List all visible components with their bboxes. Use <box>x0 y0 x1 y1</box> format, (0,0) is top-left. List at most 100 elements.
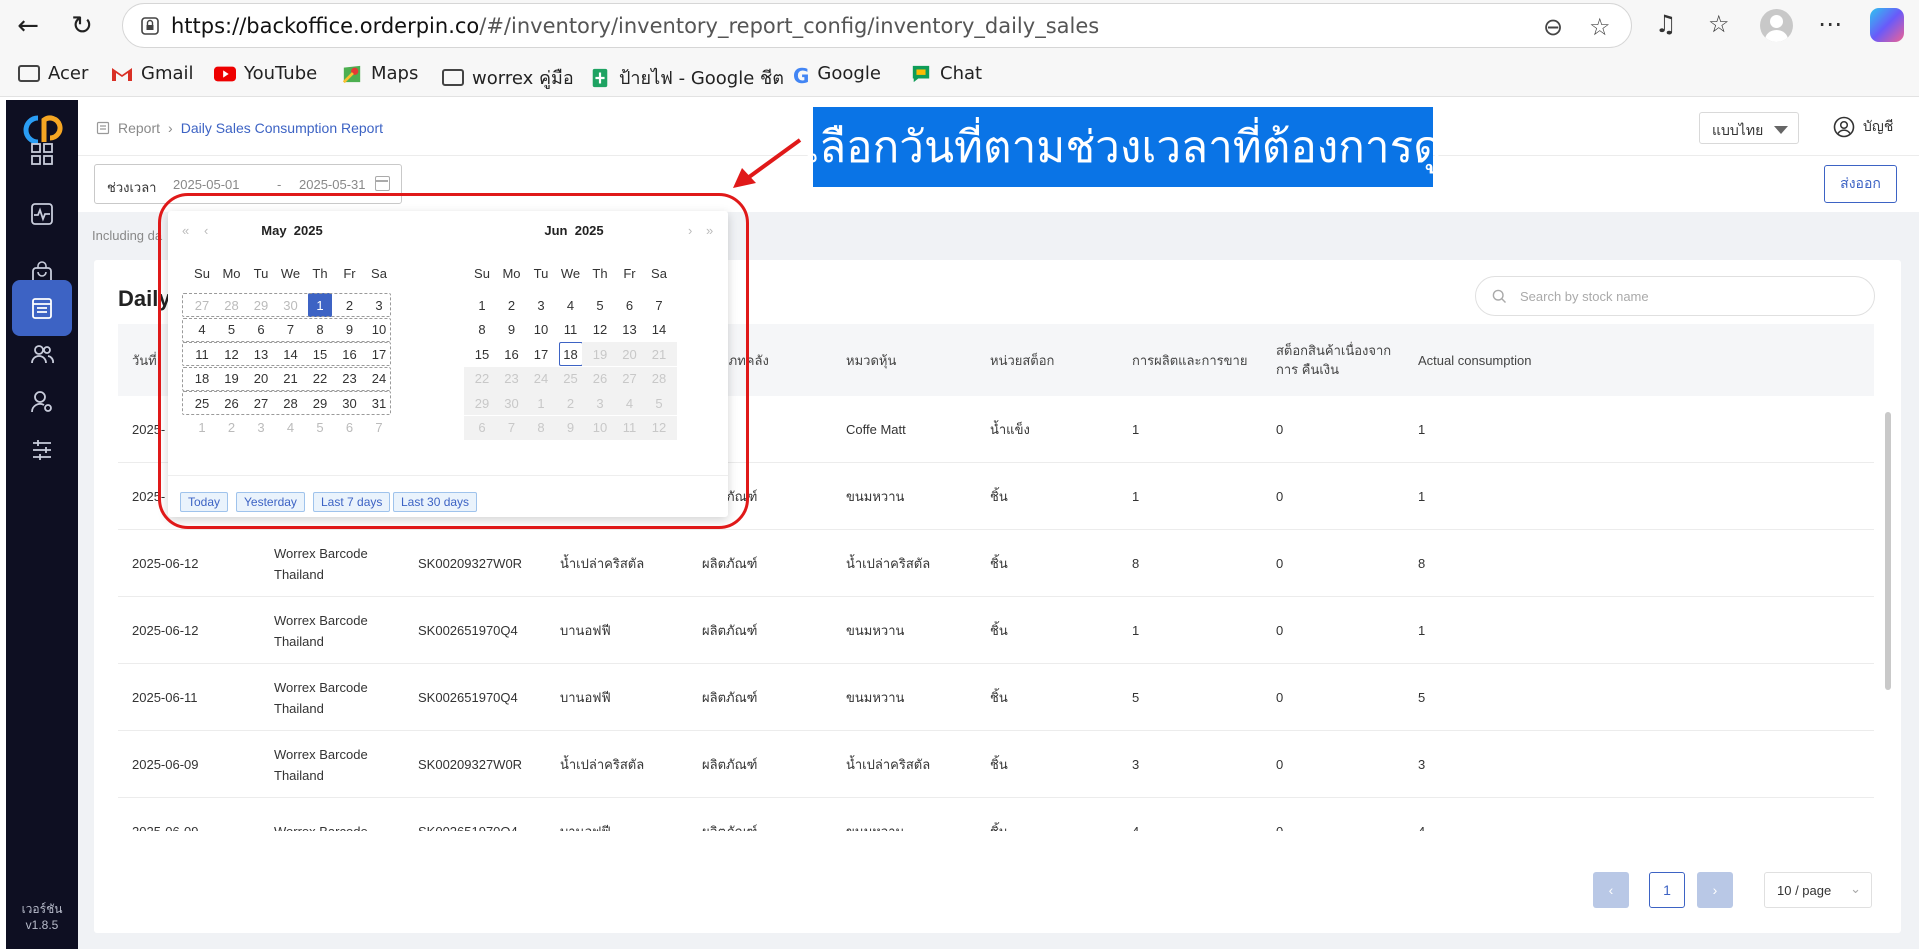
sidebar-item-settings[interactable] <box>12 422 72 478</box>
bookmark-gmail[interactable]: Gmail <box>111 63 194 84</box>
bookmark-chat[interactable]: Chat <box>910 63 982 84</box>
table-cell: 0 <box>1276 489 1284 504</box>
range-separator: - <box>277 177 282 192</box>
address-bar[interactable]: https://backoffice.orderpin.co/#/invento… <box>122 3 1632 48</box>
grid-icon <box>31 143 53 165</box>
bookmark-maps[interactable]: Maps <box>341 63 418 84</box>
bookmark-acer[interactable]: Acer <box>18 63 88 84</box>
col-actual-consumption: Actual consumption <box>1418 352 1532 368</box>
pagination-page-1[interactable]: 1 <box>1649 872 1685 908</box>
maps-icon <box>342 65 361 83</box>
activity-icon <box>31 203 53 225</box>
folder-icon <box>442 69 464 86</box>
table-cell: 3 <box>1418 757 1426 772</box>
favorite-star-icon[interactable]: ☆ <box>1589 13 1611 41</box>
table-scrollbar[interactable] <box>1885 412 1891 690</box>
users-icon <box>31 345 54 364</box>
table-cell: 4 <box>1132 798 1262 831</box>
table-cell: น้ำเปล่าคริสตัล <box>846 757 931 772</box>
table-cell: ชิ้น <box>990 556 1008 571</box>
table-cell: 2025-06-09 <box>132 757 199 772</box>
reload-icon[interactable]: ↻ <box>66 10 98 42</box>
user-settings-icon <box>31 391 52 413</box>
annotation-banner: เลือกวันที่ตามช่วงเวลาที่ต้องการดู <box>804 107 1442 187</box>
sidebar-item-dashboard[interactable] <box>12 126 72 182</box>
pagination: ‹ 1 › 10 / page ⌄ <box>94 872 1901 908</box>
favorites-icon[interactable]: ☆ <box>1708 10 1730 38</box>
back-arrow-icon[interactable]: ← <box>12 10 44 42</box>
bookmark-google-sheets[interactable]: ป้ายไฟ - Google ชีต <box>589 63 784 92</box>
table-cell: SK002651970Q4 <box>418 623 518 638</box>
table-cell: ชิ้น <box>990 623 1008 638</box>
table-cell: ขนมหวาน <box>846 690 905 705</box>
account-menu[interactable]: บัญชี <box>1833 116 1893 138</box>
breadcrumb-report[interactable]: Report <box>118 120 160 136</box>
sidebar: เวอร์ชัน v1.8.5 <box>6 100 78 949</box>
inventory-icon <box>32 298 52 319</box>
table-cell: บานอฟฟี <box>560 690 611 705</box>
bookmarks-bar: Acer Gmail YouTube Maps worrex คู่มือ ป้… <box>0 52 1919 97</box>
table-cell: Worrex Barcode <box>274 798 404 831</box>
search-input[interactable]: Search by stock name <box>1475 276 1875 316</box>
table-cell: ขนมหวาน <box>846 489 905 504</box>
table-cell: 0 <box>1276 623 1284 638</box>
chevron-right-icon: › <box>168 120 173 136</box>
table-cell: SK002651970Q4 <box>418 690 518 705</box>
table-cell: ผลิตภัณฑ์ <box>702 556 758 571</box>
table-cell: Worrex Barcode Thailand <box>274 679 368 716</box>
url-text: https://backoffice.orderpin.co/#/invento… <box>171 14 1100 38</box>
sidebar-item-activity[interactable] <box>12 186 72 242</box>
table-row: 2025-06-12 Worrex Barcode Thailand SK00265… <box>118 597 1874 664</box>
language-select[interactable]: แบบไทย <box>1699 112 1799 144</box>
table-cell: ขนมหวาน <box>846 798 976 831</box>
table-cell: ชิ้น <box>990 690 1008 705</box>
table-cell: น้ำเปล่าคริสตัล <box>560 556 645 571</box>
gmail-icon <box>112 67 132 81</box>
table-cell: 8 <box>1132 556 1140 571</box>
google-icon: G <box>793 63 810 88</box>
table-cell: SK00209327W0R <box>418 757 523 772</box>
range-start[interactable]: 2025-05-01 <box>173 177 240 192</box>
copilot-icon[interactable] <box>1870 8 1904 42</box>
col-production-sales: การผลิตและการขาย <box>1132 352 1248 368</box>
youtube-icon <box>214 66 236 81</box>
table-cell: 1 <box>1418 489 1426 504</box>
table-cell: 2025-06-11 <box>132 690 198 705</box>
table-cell: ชิ้น <box>990 489 1008 504</box>
table-cell: ผลิตภัณฑ์ <box>702 690 758 705</box>
table-cell: 0 <box>1276 556 1284 571</box>
version-number: v1.8.5 <box>25 918 59 932</box>
breadcrumb: Report › Daily Sales Consumption Report <box>96 120 383 136</box>
table-cell: 1 <box>1418 623 1426 638</box>
sliders-icon <box>33 440 51 460</box>
table-cell: Coffe Matt <box>846 422 906 437</box>
more-menu-icon[interactable]: ⋯ <box>1818 10 1842 38</box>
page-size-select[interactable]: 10 / page ⌄ <box>1764 872 1872 908</box>
media-control-icon[interactable]: ♫ <box>1655 10 1677 38</box>
export-button[interactable]: ส่งออก <box>1824 165 1897 203</box>
table-cell: 0 <box>1276 757 1284 772</box>
table-cell: น้ำเปล่าคริสตัล <box>846 556 931 571</box>
table-cell: 0 <box>1276 798 1404 831</box>
range-end[interactable]: 2025-05-31 <box>299 177 366 192</box>
table-cell: SK002651970Q4 <box>418 798 548 831</box>
table-cell: Worrex Barcode Thailand <box>274 612 368 649</box>
table-cell: 1 <box>1132 623 1140 638</box>
table-cell: 5 <box>1418 690 1426 705</box>
zoom-out-icon[interactable]: ⊖ <box>1543 13 1563 41</box>
pagination-next-button[interactable]: › <box>1697 872 1733 908</box>
pagination-prev-button[interactable]: ‹ <box>1593 872 1629 908</box>
table-cell: 2025-06-09 <box>132 798 262 831</box>
table-cell: 8 <box>1418 556 1426 571</box>
table-cell: 5 <box>1132 690 1140 705</box>
table-cell: ผลิตภัณฑ์ <box>702 798 832 831</box>
bookmark-worrex[interactable]: worrex คู่มือ <box>442 63 574 92</box>
version-label: เวอร์ชัน <box>21 902 63 916</box>
table-row: 2025-06-12 Worrex Barcode Thailand SK00209… <box>118 530 1874 597</box>
bookmark-youtube[interactable]: YouTube <box>214 63 317 84</box>
bookmark-google[interactable]: G Google <box>793 63 881 88</box>
table-cell: 0 <box>1276 690 1284 705</box>
table-cell: SK00209327W0R <box>418 556 523 571</box>
profile-avatar-icon[interactable] <box>1760 9 1793 42</box>
folder-icon <box>18 65 40 82</box>
